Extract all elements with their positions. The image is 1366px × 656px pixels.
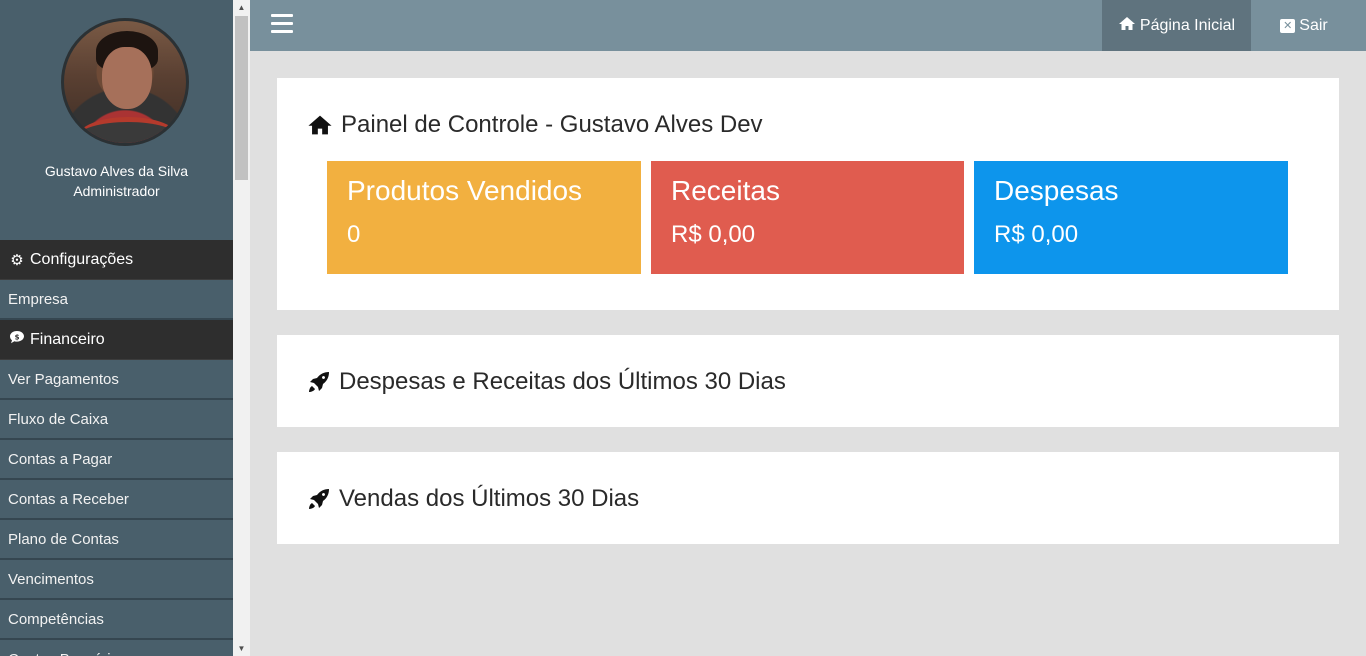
sidebar-item-plano-de-contas[interactable]: Plano de Contas [0, 520, 233, 560]
rocket-icon [307, 370, 331, 394]
sidebar-item-contas-a-receber[interactable]: Contas a Receber [0, 480, 233, 520]
user-role: Administrador [73, 183, 160, 199]
expenses-income-title-text: Despesas e Receitas dos Últimos 30 Dias [339, 368, 786, 395]
user-name: Gustavo Alves da Silva [44, 163, 189, 179]
card-despesas: Despesas R$ 0,00 [974, 161, 1288, 274]
card-title: Produtos Vendidos [347, 175, 583, 206]
top-navbar: Página Inicial ✕ Sair [250, 0, 1366, 51]
dashboard-title-text: Painel de Controle - Gustavo Alves Dev [341, 111, 763, 138]
scroll-down-arrow-icon[interactable]: ▼ [233, 641, 250, 656]
dashboard-title: Painel de Controle - Gustavo Alves Dev [307, 111, 763, 139]
sidebar-section-financeiro[interactable]: $ Financeiro [0, 320, 233, 360]
card-value: R$ 0,00 [671, 221, 756, 248]
card-produtos-vendidos: Produtos Vendidos 0 [327, 161, 641, 274]
sales-panel: Vendas dos Últimos 30 Dias [277, 452, 1339, 544]
card-value: 0 [347, 221, 361, 248]
home-icon [1118, 16, 1136, 35]
sidebar-item-contas-a-pagar[interactable]: Contas a Pagar [0, 440, 233, 480]
svg-text:$: $ [15, 333, 20, 341]
logout-button-label: Sair [1299, 16, 1328, 34]
sidebar-item-contas-bancarias[interactable]: Contas Bancárias [0, 640, 233, 656]
scrollbar-thumb[interactable] [235, 16, 248, 180]
sidebar-item-vencimentos[interactable]: Vencimentos [0, 560, 233, 600]
card-value: R$ 0,00 [994, 221, 1079, 248]
home-icon [307, 114, 333, 136]
menu-toggle-icon[interactable] [271, 14, 293, 34]
sidebar-item-competencias[interactable]: Competências [0, 600, 233, 640]
sidebar-item-fluxo-de-caixa[interactable]: Fluxo de Caixa [0, 400, 233, 440]
logout-button[interactable]: ✕ Sair [1259, 0, 1349, 51]
user-profile: Gustavo Alves da Silva Administrador [0, 0, 233, 240]
sidebar-item-ver-pagamentos[interactable]: Ver Pagamentos [0, 360, 233, 400]
sales-title: Vendas dos Últimos 30 Dias [307, 485, 639, 513]
home-button[interactable]: Página Inicial [1102, 0, 1251, 51]
avatar[interactable] [61, 18, 189, 146]
home-button-label: Página Inicial [1139, 16, 1236, 34]
sales-title-text: Vendas dos Últimos 30 Dias [339, 485, 640, 512]
sidebar: Gustavo Alves da Silva Administrador ⚙ C… [0, 0, 233, 656]
dashboard-panel: Painel de Controle - Gustavo Alves Dev P… [277, 78, 1339, 310]
sidebar-scrollbar[interactable]: ▲ ▼ [233, 0, 250, 656]
rocket-icon [307, 487, 331, 511]
card-receitas: Receitas R$ 0,00 [651, 161, 964, 274]
money-icon: $ [8, 330, 26, 349]
gear-icon: ⚙ [10, 251, 24, 269]
sidebar-section-label: Configurações [30, 250, 134, 268]
sidebar-section-configuracoes[interactable]: ⚙ Configurações [0, 240, 233, 280]
expenses-income-panel: Despesas e Receitas dos Últimos 30 Dias [277, 335, 1339, 427]
card-title: Receitas [671, 175, 780, 206]
sidebar-item-empresa[interactable]: Empresa [0, 280, 233, 320]
card-title: Despesas [994, 175, 1119, 206]
expenses-income-title: Despesas e Receitas dos Últimos 30 Dias [307, 368, 786, 396]
scroll-up-arrow-icon[interactable]: ▲ [233, 0, 250, 15]
close-box-icon: ✕ [1280, 18, 1296, 33]
sidebar-section-label: Financeiro [30, 330, 105, 348]
